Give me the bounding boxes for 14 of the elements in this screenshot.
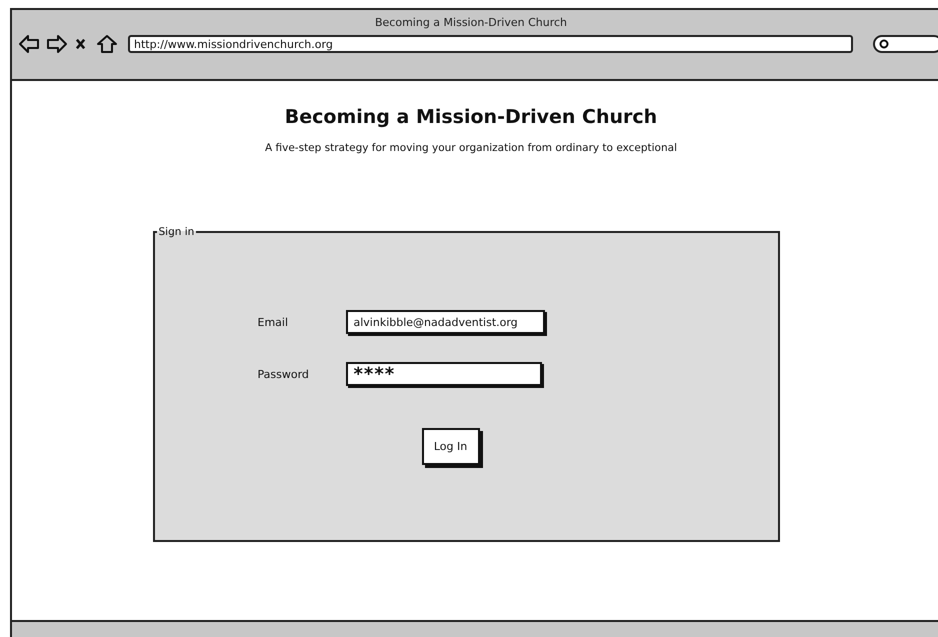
- back-arrow-icon[interactable]: [18, 34, 40, 54]
- email-field[interactable]: alvinkibble@nadadventist.org: [346, 310, 544, 334]
- page-subheading: A five-step strategy for moving your organization from ordinary to exceptional: [265, 142, 677, 154]
- password-field[interactable]: ****: [346, 362, 542, 386]
- forward-arrow-icon[interactable]: [46, 34, 68, 54]
- field-label: Email: [258, 316, 290, 328]
- field-label: Password: [258, 368, 310, 380]
- panel-legend: Sign in: [156, 226, 196, 238]
- search-icon: [879, 39, 889, 49]
- window-title: Becoming a Mission-Driven Church: [374, 16, 568, 29]
- search-field[interactable]: [873, 35, 938, 53]
- page-heading: Becoming a Mission-Driven Church: [284, 106, 658, 128]
- home-icon[interactable]: [96, 34, 118, 54]
- address-field[interactable]: http://www.missiondrivenchurch.org: [128, 35, 853, 53]
